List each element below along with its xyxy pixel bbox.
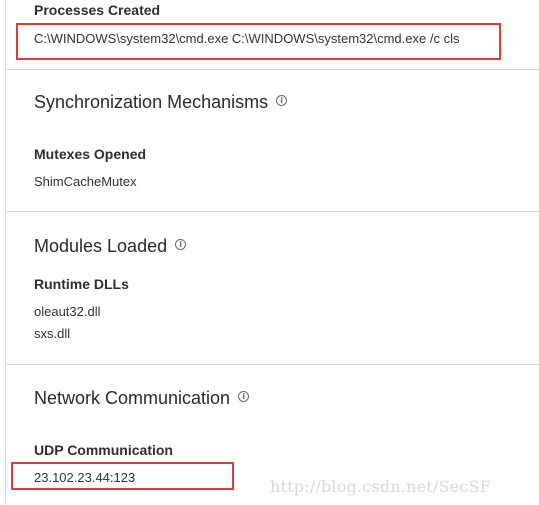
processes-created-heading: Processes Created [34, 2, 161, 18]
udp-item: 23.102.23.44:123 [34, 470, 136, 485]
dll-item: sxs.dll [34, 326, 71, 341]
mutexes-opened-heading: Mutexes Opened [34, 146, 147, 162]
runtime-dlls-heading: Runtime DLLs [34, 276, 129, 292]
modules-section-title: Modules Loaded i [34, 236, 187, 257]
section-divider [5, 211, 539, 212]
udp-communication-heading: UDP Communication [34, 442, 173, 458]
watermark-text: http://blog.csdn.net/SecSF [270, 477, 491, 496]
network-section-title: Network Communication i [34, 388, 250, 409]
network-title-text: Network Communication [34, 388, 231, 408]
process-item: C:\WINDOWS\system32\cmd.exe C:\WINDOWS\s… [34, 31, 460, 46]
info-icon[interactable]: i [238, 391, 250, 402]
info-icon[interactable]: i [276, 95, 288, 106]
sync-title-text: Synchronization Mechanisms [34, 92, 269, 112]
mutex-item: ShimCacheMutex [34, 174, 137, 189]
sync-section-title: Synchronization Mechanisms i [34, 92, 288, 113]
section-divider [5, 69, 539, 70]
content-left-border [5, 0, 6, 505]
modules-title-text: Modules Loaded [34, 236, 168, 256]
dll-item: oleaut32.dll [34, 304, 101, 319]
info-icon[interactable]: i [175, 239, 187, 250]
section-divider [5, 364, 539, 365]
